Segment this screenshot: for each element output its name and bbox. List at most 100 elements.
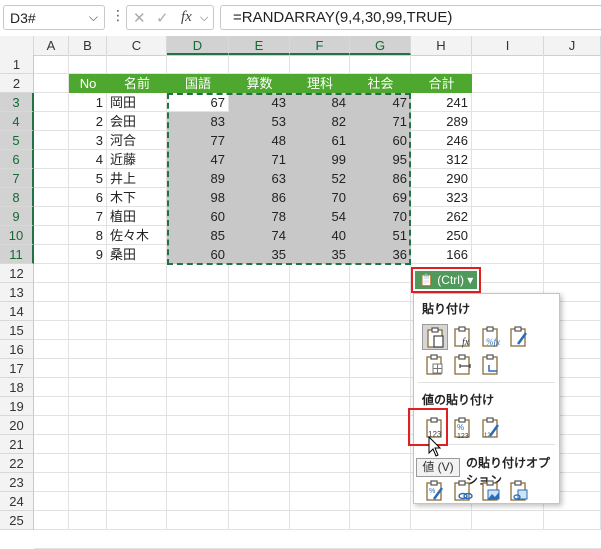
paste-transpose-icon[interactable]	[478, 352, 504, 378]
paste-linked-picture-icon[interactable]	[506, 478, 532, 504]
table-header-cell[interactable]: 国語	[167, 74, 229, 93]
paste-values-source-format-icon[interactable]: 12	[478, 415, 504, 441]
cancel-icon[interactable]: ✕	[133, 9, 146, 27]
table-header-cell[interactable]: No	[69, 74, 107, 93]
more-options-icon[interactable]: ⋮	[111, 7, 125, 24]
paste-values-number-format-icon[interactable]: % 123	[450, 415, 476, 441]
row-header[interactable]: 23	[0, 473, 34, 492]
column-header[interactable]: E	[229, 36, 290, 55]
paste-link-icon[interactable]	[450, 478, 476, 504]
cell-total[interactable]: 250	[411, 226, 472, 245]
row-header[interactable]: 5	[0, 131, 34, 150]
table-header-cell[interactable]: 理科	[290, 74, 350, 93]
chevron-down-icon[interactable]: ⌵	[200, 12, 208, 25]
row-header[interactable]: 20	[0, 416, 34, 435]
cell-total[interactable]: 241	[411, 93, 472, 112]
row-header[interactable]: 7	[0, 169, 34, 188]
select-all-corner[interactable]	[0, 36, 34, 55]
enter-icon[interactable]: ✓	[156, 9, 169, 27]
column-header[interactable]: I	[472, 36, 544, 55]
cell-total[interactable]: 246	[411, 131, 472, 150]
paste-options-inner[interactable]: 📋 (Ctrl) ▾	[415, 271, 477, 289]
row-header[interactable]: 15	[0, 321, 34, 340]
chevron-down-icon[interactable]: ⌵	[89, 10, 98, 25]
formula-text: =RANDARRAY(9,4,30,99,TRUE)	[233, 9, 453, 26]
formula-input[interactable]: =RANDARRAY(9,4,30,99,TRUE)	[220, 5, 601, 30]
row-header[interactable]: 8	[0, 188, 34, 207]
gridline	[34, 282, 601, 283]
row-header[interactable]: 11	[0, 245, 34, 264]
column-header[interactable]: C	[107, 36, 167, 55]
row-header[interactable]: 10	[0, 226, 34, 245]
row-header[interactable]: 1	[0, 55, 34, 74]
cell-total[interactable]: 323	[411, 188, 472, 207]
cell-total[interactable]: 289	[411, 112, 472, 131]
paste-icon[interactable]	[422, 324, 448, 350]
column-header[interactable]: B	[69, 36, 107, 55]
section-values-title: 値の貼り付け	[422, 393, 495, 407]
row-header[interactable]: 18	[0, 378, 34, 397]
cell-no[interactable]: 6	[69, 188, 107, 207]
paste-keep-formatting-icon[interactable]	[506, 324, 532, 350]
cell-no[interactable]: 2	[69, 112, 107, 131]
paste-formatting-icon[interactable]: %	[422, 478, 448, 504]
row-header[interactable]: 2	[0, 74, 34, 93]
paste-formulas-number-format-icon[interactable]: %fx	[478, 324, 504, 350]
insert-function-icon[interactable]: fx	[181, 9, 192, 26]
svg-text:%: %	[457, 423, 464, 432]
table-header-cell[interactable]: 算数	[229, 74, 290, 93]
cell-total[interactable]: 262	[411, 207, 472, 226]
paste-formulas-icon[interactable]: fx	[450, 324, 476, 350]
table-header-cell[interactable]: 名前	[107, 74, 167, 93]
cell-no[interactable]: 9	[69, 245, 107, 264]
row-header[interactable]: 3	[0, 93, 34, 112]
cell-no[interactable]: 3	[69, 131, 107, 150]
cell-name[interactable]: 岡田	[107, 93, 167, 112]
cell-no[interactable]: 4	[69, 150, 107, 169]
table-header-cell[interactable]: 社会	[350, 74, 411, 93]
cell-name[interactable]: 河合	[107, 131, 167, 150]
paste-options-button[interactable]: 📋 (Ctrl) ▾	[411, 267, 481, 293]
cell-no[interactable]: 7	[69, 207, 107, 226]
cell-name[interactable]: 木下	[107, 188, 167, 207]
row-header[interactable]: 16	[0, 340, 34, 359]
cell-name[interactable]: 近藤	[107, 150, 167, 169]
cell-total[interactable]: 166	[411, 245, 472, 264]
cell-total[interactable]: 290	[411, 169, 472, 188]
cell-name[interactable]: 植田	[107, 207, 167, 226]
formula-bar-buttons: ✕ ✓ fx ⌵	[126, 5, 214, 30]
cell-name[interactable]: 会田	[107, 112, 167, 131]
cell-name[interactable]: 井上	[107, 169, 167, 188]
row-header[interactable]: 13	[0, 283, 34, 302]
paste-no-borders-icon[interactable]	[422, 352, 448, 378]
name-box[interactable]: D3# ⌵	[3, 5, 105, 30]
row-header[interactable]: 9	[0, 207, 34, 226]
column-header[interactable]: A	[34, 36, 69, 55]
row-header[interactable]: 12	[0, 264, 34, 283]
tooltip: 値 (V)	[416, 458, 460, 477]
column-header[interactable]: H	[411, 36, 472, 55]
row-header[interactable]: 21	[0, 435, 34, 454]
cell-no[interactable]: 8	[69, 226, 107, 245]
paste-keep-column-widths-icon[interactable]	[450, 352, 476, 378]
row-header[interactable]: 25	[0, 511, 34, 530]
cell-name[interactable]: 佐々木	[107, 226, 167, 245]
row-header[interactable]: 4	[0, 112, 34, 131]
table-header-cell[interactable]: 合計	[411, 74, 472, 93]
column-header[interactable]: F	[290, 36, 350, 55]
column-header[interactable]: G	[350, 36, 411, 55]
cell-no[interactable]: 5	[69, 169, 107, 188]
row-header[interactable]: 17	[0, 359, 34, 378]
row-header[interactable]: 19	[0, 397, 34, 416]
cell-name[interactable]: 桑田	[107, 245, 167, 264]
row-header[interactable]: 6	[0, 150, 34, 169]
cell-total[interactable]: 312	[411, 150, 472, 169]
column-header[interactable]: J	[544, 36, 601, 55]
row-header[interactable]: 22	[0, 454, 34, 473]
cell-no[interactable]: 1	[69, 93, 107, 112]
row-header[interactable]: 24	[0, 492, 34, 511]
column-header[interactable]: D	[167, 36, 229, 55]
row-header[interactable]: 14	[0, 302, 34, 321]
clipboard-icon: 📋	[419, 273, 434, 287]
paste-picture-icon[interactable]	[478, 478, 504, 504]
